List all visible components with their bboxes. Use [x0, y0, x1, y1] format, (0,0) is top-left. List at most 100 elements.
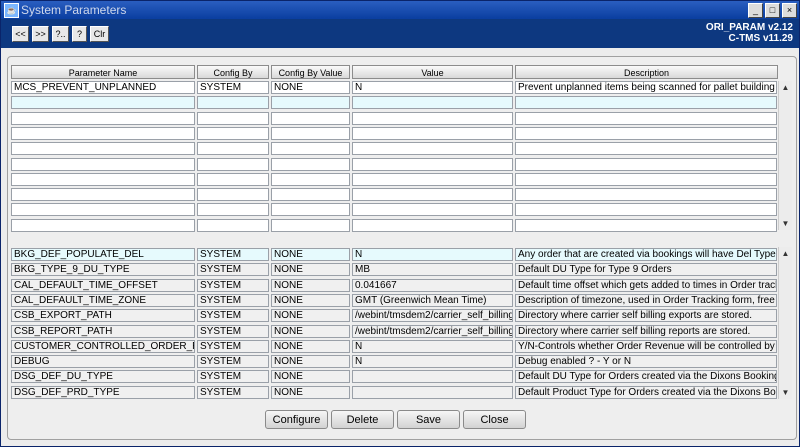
value-cell[interactable]: /webint/tmsdem2/carrier_self_billing [352, 309, 513, 323]
parameter-name-cell[interactable]: CAL_DEFAULT_TIME_ZONE [11, 293, 195, 307]
config-by-value-cell[interactable]: NONE [271, 339, 350, 353]
config-by-cell[interactable] [197, 157, 269, 171]
clear-button[interactable]: Clr [90, 26, 109, 42]
value-cell[interactable]: GMT (Greenwich Mean Time) [352, 293, 513, 307]
help-button[interactable]: ? [72, 26, 87, 42]
parameter-name-cell[interactable]: DSG_DEF_DU_TYPE [11, 370, 195, 384]
config-by-value-cell[interactable] [271, 218, 350, 232]
value-cell[interactable] [352, 126, 513, 140]
value-cell[interactable] [352, 385, 513, 399]
config-by-cell[interactable]: SYSTEM [197, 309, 269, 323]
column-header-description[interactable]: Description [515, 65, 778, 79]
description-cell[interactable] [515, 203, 777, 217]
config-by-cell[interactable]: SYSTEM [197, 339, 269, 353]
value-cell[interactable] [352, 96, 513, 110]
description-cell[interactable] [515, 157, 777, 171]
scroll-up-icon[interactable]: ▲ [780, 83, 791, 92]
scroll-down-icon[interactable]: ▼ [780, 219, 791, 228]
config-by-cell[interactable] [197, 188, 269, 202]
parameter-name-cell[interactable]: MCS_PREVENT_UNPLANNED [11, 81, 195, 94]
delete-button[interactable]: Delete [331, 410, 394, 429]
config-by-cell[interactable]: SYSTEM [197, 385, 269, 399]
parameter-name-cell[interactable]: DEBUG [11, 355, 195, 369]
config-by-cell[interactable]: SYSTEM [197, 355, 269, 369]
description-cell[interactable]: Default time offset which gets added to … [515, 278, 777, 292]
column-header-config-by-value[interactable]: Config By Value [271, 65, 350, 79]
config-by-value-cell[interactable] [271, 172, 350, 186]
config-by-cell[interactable]: SYSTEM [197, 248, 269, 261]
value-cell[interactable]: N [352, 339, 513, 353]
parameter-name-cell[interactable]: CSB_REPORT_PATH [11, 324, 195, 338]
close-window-icon[interactable]: × [782, 3, 797, 18]
description-cell[interactable]: Description of timezone, used in Order T… [515, 293, 777, 307]
description-cell[interactable]: Any order that are created via bookings … [515, 248, 777, 261]
config-by-value-cell[interactable] [271, 96, 350, 110]
config-by-value-cell[interactable]: NONE [271, 293, 350, 307]
value-cell[interactable]: N [352, 81, 513, 94]
config-by-value-cell[interactable]: NONE [271, 355, 350, 369]
parameter-name-cell[interactable]: BKG_TYPE_9_DU_TYPE [11, 263, 195, 277]
parameter-name-cell[interactable] [11, 126, 195, 140]
first-record-button[interactable]: << [12, 26, 29, 42]
config-by-value-cell[interactable]: NONE [271, 385, 350, 399]
scroll-down-icon[interactable]: ▼ [780, 388, 791, 397]
value-cell[interactable] [352, 203, 513, 217]
description-cell[interactable]: Y/N-Controls whether Order Revenue will … [515, 339, 777, 353]
config-by-cell[interactable]: SYSTEM [197, 81, 269, 94]
value-cell[interactable] [352, 157, 513, 171]
config-by-cell[interactable]: SYSTEM [197, 324, 269, 338]
value-cell[interactable] [352, 142, 513, 156]
config-by-cell[interactable] [197, 203, 269, 217]
parameter-name-cell[interactable] [11, 218, 195, 232]
config-by-value-cell[interactable] [271, 142, 350, 156]
config-by-cell[interactable] [197, 111, 269, 125]
config-by-cell[interactable] [197, 218, 269, 232]
description-cell[interactable]: Default DU Type for Orders created via t… [515, 370, 777, 384]
parameter-name-cell[interactable]: CSB_EXPORT_PATH [11, 309, 195, 323]
parameter-name-cell[interactable] [11, 96, 195, 110]
config-by-value-cell[interactable] [271, 157, 350, 171]
config-by-cell[interactable] [197, 126, 269, 140]
column-header-config-by[interactable]: Config By [197, 65, 269, 79]
config-by-value-cell[interactable]: NONE [271, 278, 350, 292]
description-cell[interactable] [515, 96, 777, 110]
description-cell[interactable]: Debug enabled ? - Y or N [515, 355, 777, 369]
value-cell[interactable] [352, 172, 513, 186]
configure-button[interactable]: Configure [265, 410, 328, 429]
list-scrollbar[interactable]: ▲ ▼ [778, 247, 792, 399]
description-cell[interactable] [515, 126, 777, 140]
column-header-parameter-name[interactable]: Parameter Name [11, 65, 195, 79]
config-by-cell[interactable] [197, 142, 269, 156]
config-by-cell[interactable] [197, 96, 269, 110]
parameter-name-cell[interactable]: BKG_DEF_POPULATE_DEL [11, 248, 195, 261]
config-by-value-cell[interactable]: NONE [271, 309, 350, 323]
description-cell[interactable] [515, 218, 777, 232]
save-button[interactable]: Save [397, 410, 460, 429]
description-cell[interactable] [515, 172, 777, 186]
config-by-value-cell[interactable]: NONE [271, 370, 350, 384]
description-cell[interactable] [515, 142, 777, 156]
config-by-cell[interactable]: SYSTEM [197, 293, 269, 307]
value-cell[interactable]: N [352, 248, 513, 261]
parameter-name-cell[interactable]: CUSTOMER_CONTROLLED_ORDER_REVENUE [11, 339, 195, 353]
config-by-cell[interactable] [197, 172, 269, 186]
config-by-value-cell[interactable]: NONE [271, 263, 350, 277]
config-by-cell[interactable]: SYSTEM [197, 370, 269, 384]
parameter-name-cell[interactable] [11, 157, 195, 171]
config-by-value-cell[interactable] [271, 188, 350, 202]
config-by-cell[interactable]: SYSTEM [197, 278, 269, 292]
value-cell[interactable] [352, 111, 513, 125]
parameter-name-cell[interactable] [11, 188, 195, 202]
config-by-value-cell[interactable]: NONE [271, 248, 350, 261]
parameter-name-cell[interactable]: DSG_DEF_PRD_TYPE [11, 385, 195, 399]
description-cell[interactable]: Default DU Type for Type 9 Orders [515, 263, 777, 277]
config-by-value-cell[interactable]: NONE [271, 324, 350, 338]
parameter-name-cell[interactable]: CAL_DEFAULT_TIME_OFFSET [11, 278, 195, 292]
maximize-icon[interactable]: □ [765, 3, 780, 18]
description-cell[interactable]: Directory where carrier self billing exp… [515, 309, 777, 323]
parameter-name-cell[interactable] [11, 172, 195, 186]
parameter-name-cell[interactable] [11, 203, 195, 217]
close-button[interactable]: Close [463, 410, 526, 429]
config-by-value-cell[interactable] [271, 203, 350, 217]
description-cell[interactable] [515, 111, 777, 125]
